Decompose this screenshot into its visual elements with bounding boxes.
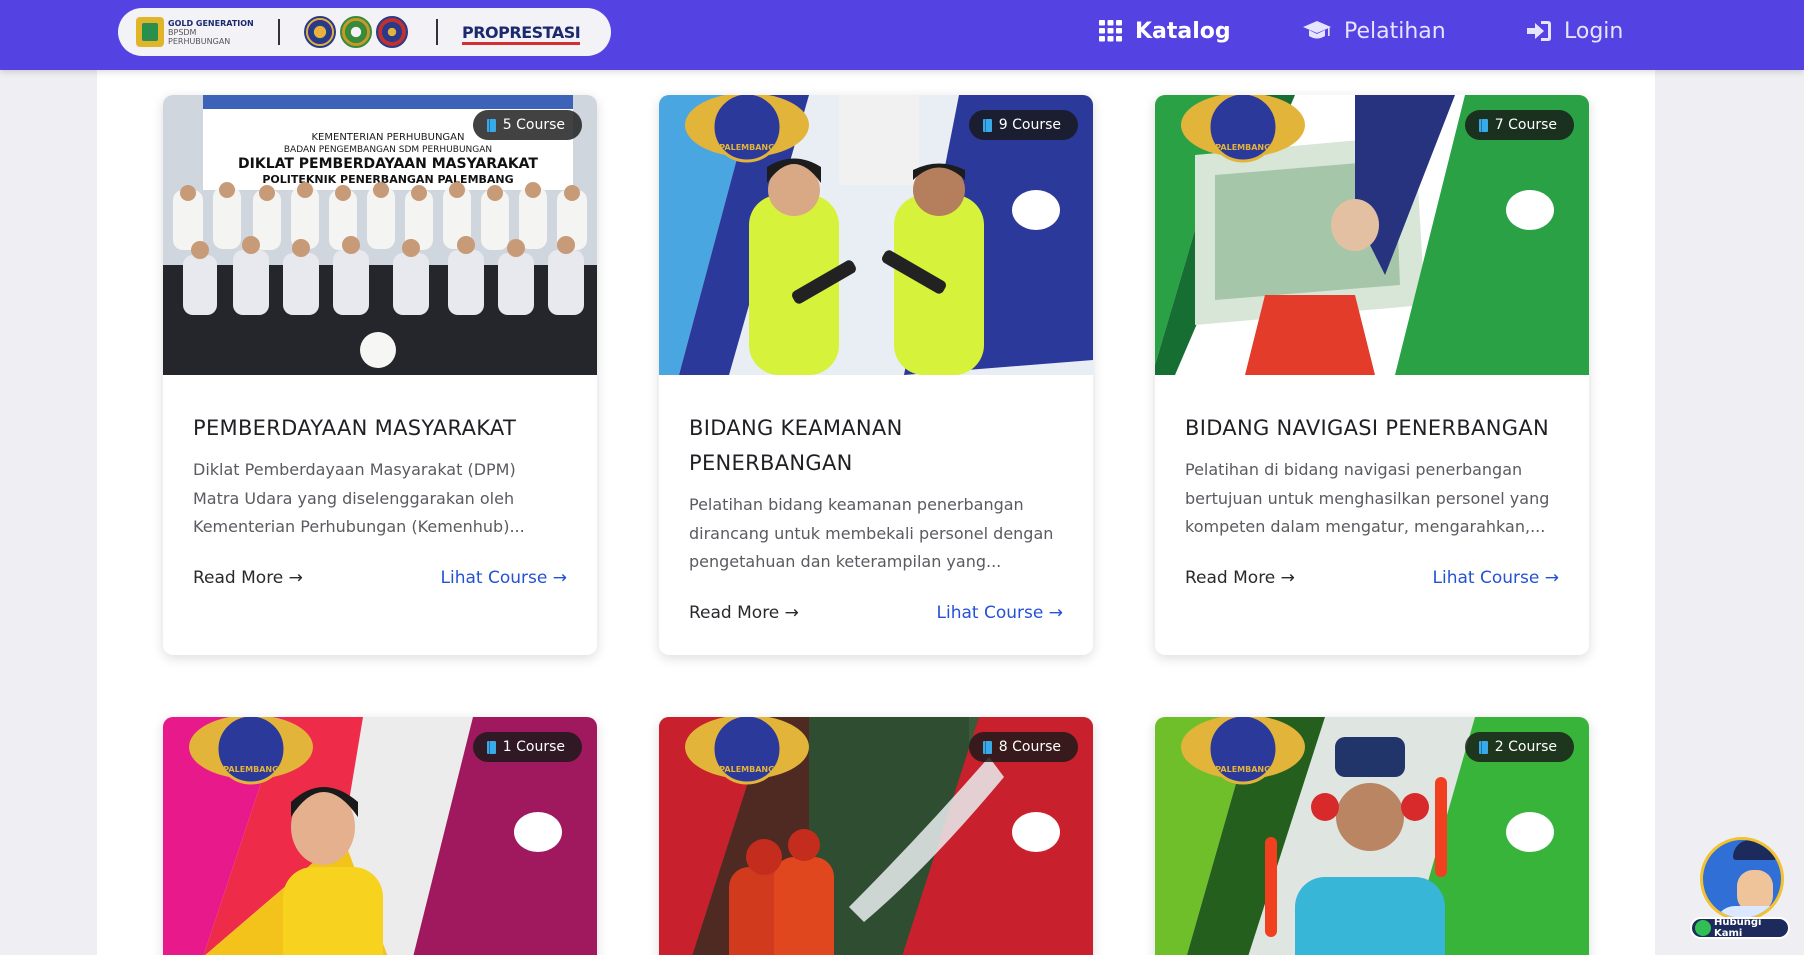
desc-line: pengetahuan dan keterampilan yang... — [689, 552, 1002, 571]
badge-label: 2 Course — [1494, 739, 1557, 755]
card-photo: KEMENTERIAN PERHUBUNGAN BADAN PENGEMBANG… — [163, 95, 597, 375]
lihat-course-link[interactable]: Lihat Course → — [937, 603, 1063, 623]
lihat-course-link[interactable]: Lihat Course → — [441, 568, 567, 588]
emblem-text: PALEMBANG — [1215, 143, 1270, 152]
read-more-link[interactable]: Read More → — [193, 568, 303, 588]
course-count-badge: 7 Course — [1464, 110, 1574, 140]
logo-bar[interactable]: GOLD GENERATION BPSDM PERHUBUNGAN PROPRE… — [118, 8, 611, 56]
desc-line: dirancang untuk membekali personel denga… — [689, 523, 1054, 543]
book-icon — [982, 118, 992, 132]
emblem-logos — [304, 16, 412, 48]
grid-icon — [1099, 20, 1122, 42]
book-icon — [486, 740, 496, 754]
hubungi-kami-widget[interactable]: Hubungi Kami — [1690, 825, 1790, 945]
desc-line: Pelatihan di bidang navigasi penerbangan — [1185, 460, 1523, 479]
badge-label: 1 Course — [502, 739, 565, 755]
hubungi-kami-label: Hubungi Kami — [1714, 917, 1762, 939]
gold-generation-logo: GOLD GENERATION BPSDM PERHUBUNGAN — [136, 17, 254, 47]
emblem-text: PALEMBANG — [719, 143, 774, 152]
bpsdm-emblem-icon — [340, 16, 372, 48]
card-description: Pelatihan bidang keamanan penerbangan di… — [689, 491, 1063, 577]
emblem-text: PALEMBANG — [1215, 765, 1270, 774]
emblem-text: PALEMBANG — [719, 765, 774, 774]
course-card-pemberdayaan[interactable]: KEMENTERIAN PERHUBUNGAN BADAN PENGEMBANG… — [163, 95, 597, 655]
kemenhub-emblem-icon — [304, 16, 336, 48]
logo-text-line1: GOLD GENERATION — [168, 18, 254, 28]
desc-line: Kementerian Perhubungan (Kemenhub)... — [193, 517, 525, 536]
course-card-row2-1[interactable]: PALEMBANG 1 Course — [163, 717, 597, 955]
mascot-avatar — [1700, 837, 1784, 921]
card-description: Diklat Pemberdayaan Masyarakat (DPM) Mat… — [193, 456, 567, 542]
banner-line-3: DIKLAT PEMBERDAYAAN MASYARAKAT — [238, 156, 538, 172]
banner-line-1: KEMENTERIAN PERHUBUNGAN — [312, 132, 465, 143]
nav-pelatihan[interactable]: Pelatihan — [1302, 0, 1446, 62]
nav-login-label: Login — [1564, 18, 1624, 44]
desc-line: bertujuan untuk menghasilkan personel ya… — [1185, 488, 1550, 508]
desc-line: Pelatihan bidang keamanan penerbangan — [689, 495, 1024, 514]
book-logo-icon — [136, 17, 164, 47]
read-more-link[interactable]: Read More → — [689, 603, 799, 623]
desc-line: Diklat Pemberdayaan Masyarakat (DPM) — [193, 460, 516, 479]
desc-line: Matra Udara yang diselenggarakan oleh — [193, 488, 515, 508]
book-icon — [486, 118, 496, 132]
navbar: GOLD GENERATION BPSDM PERHUBUNGAN PROPRE… — [0, 0, 1804, 70]
nav-katalog-label: Katalog — [1135, 18, 1231, 44]
course-card-row2-3[interactable]: PALEMBANG 2 Course — [1155, 717, 1589, 955]
course-count-badge: 8 Course — [968, 732, 1078, 762]
badge-label: 7 Course — [1494, 117, 1557, 133]
desc-line: kompeten dalam mengatur, mengarahkan,... — [1185, 517, 1546, 536]
badge-label: 8 Course — [998, 739, 1061, 755]
banner-line-2: BADAN PENGEMBANGAN SDM PERHUBUNGAN — [284, 145, 492, 155]
graduation-cap-icon — [1303, 21, 1331, 39]
course-card-row2-2[interactable]: PALEMBANG 8 Course — [659, 717, 1093, 955]
course-count-badge: 2 Course — [1464, 732, 1574, 762]
lihat-course-link[interactable]: Lihat Course → — [1433, 568, 1559, 588]
card-photo: PALEMBANG 1 Course — [163, 717, 597, 955]
sign-in-icon — [1527, 21, 1551, 41]
card-description: Pelatihan di bidang navigasi penerbangan… — [1185, 456, 1559, 542]
book-icon — [1478, 118, 1488, 132]
course-count-badge: 5 Course — [472, 110, 582, 140]
course-count-badge: 1 Course — [472, 732, 582, 762]
read-more-link[interactable]: Read More → — [1185, 568, 1295, 588]
card-title: PEMBERDAYAAN MASYARAKAT — [193, 416, 517, 440]
course-card-navigasi[interactable]: PALEMBANG 7 Course BIDANG NAVIGASI PENER… — [1155, 95, 1589, 655]
book-icon — [1478, 740, 1488, 754]
nav-katalog[interactable]: Katalog — [1099, 0, 1231, 62]
nav-login[interactable]: Login — [1526, 0, 1623, 62]
course-card-keamanan[interactable]: PALEMBANG 9 Course BIDANG KEAMANAN PENER… — [659, 95, 1093, 655]
badge-label: 9 Course — [998, 117, 1061, 133]
emblem-text: PALEMBANG — [223, 765, 278, 774]
title-line: BIDANG KEAMANAN — [689, 416, 903, 440]
title-line: PENERBANGAN — [689, 451, 853, 475]
card-title: BIDANG NAVIGASI PENERBANGAN — [1185, 416, 1549, 440]
course-count-badge: 9 Course — [968, 110, 1078, 140]
hubungi-kami-button[interactable]: Hubungi Kami — [1690, 917, 1790, 939]
logo-divider — [436, 19, 438, 45]
book-icon — [982, 740, 992, 754]
card-title: BIDANG KEAMANAN PENERBANGAN — [689, 411, 1063, 481]
prestasi-logo: PROPRESTASI — [462, 22, 581, 45]
logo-divider — [278, 19, 280, 45]
card-photo: PALEMBANG 7 Course — [1155, 95, 1589, 375]
card-photo: PALEMBANG 8 Course — [659, 717, 1093, 955]
nav-pelatihan-label: Pelatihan — [1344, 18, 1446, 44]
card-photo: PALEMBANG 9 Course — [659, 95, 1093, 375]
whatsapp-icon — [1695, 920, 1711, 936]
logo-text-line2: BPSDM PERHUBUNGAN — [168, 27, 231, 46]
poltekbang-emblem-icon — [376, 16, 408, 48]
badge-label: 5 Course — [502, 117, 565, 133]
card-photo: PALEMBANG 2 Course — [1155, 717, 1589, 955]
